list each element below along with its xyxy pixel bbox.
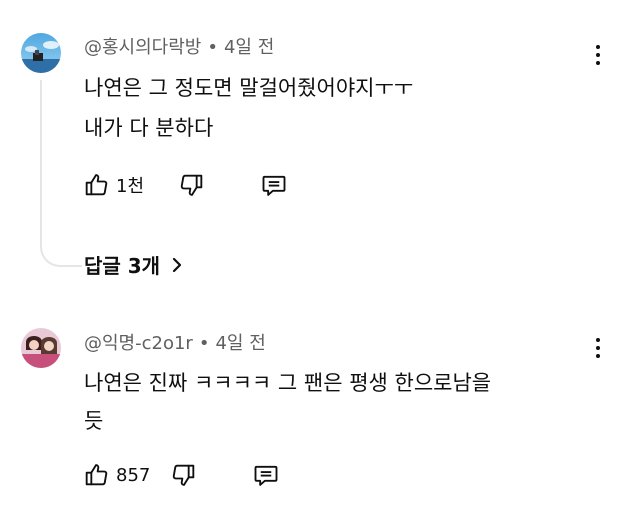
more-vertical-icon-dot: [596, 354, 600, 358]
thumbs-up-icon: [85, 464, 108, 486]
more-vertical-icon-dot: [596, 338, 600, 342]
thumbs-down-icon: [180, 174, 203, 196]
comment-meta: @홍시의다락방 • 4일 전: [84, 37, 274, 59]
like-button[interactable]: 1천: [82, 171, 144, 199]
view-replies-button[interactable]: 답글 3개: [84, 250, 184, 279]
more-options-button[interactable]: [586, 40, 610, 70]
comment-text-line-1: 나연은 진짜 ㅋㅋㅋㅋ 그 팬은 평생 한으로남을: [84, 371, 492, 395]
comment-time: 4일 전: [223, 37, 275, 58]
chevron-right-icon: [172, 257, 182, 272]
thumbs-down-icon: [173, 464, 195, 486]
reply-comment-icon: [254, 465, 278, 486]
thread-connector-line: [40, 80, 82, 267]
more-vertical-icon-dot: [596, 61, 600, 65]
more-vertical-icon-dot: [596, 45, 600, 49]
avatar-sky-boat-image: [21, 33, 61, 73]
dislike-button[interactable]: [178, 171, 206, 199]
author-name[interactable]: @익명-c2o1r: [84, 333, 193, 354]
like-button[interactable]: 857: [82, 461, 150, 489]
more-vertical-icon-dot: [596, 53, 600, 57]
like-count: 1천: [116, 176, 145, 197]
meta-separator: •: [198, 333, 210, 354]
comment-text-line-2: 듯: [84, 409, 104, 433]
thumbs-up-icon: [85, 174, 108, 196]
more-vertical-icon-dot: [596, 346, 600, 350]
comment-text-line-2: 내가 다 분하다: [84, 116, 214, 140]
meta-separator: •: [207, 37, 218, 58]
comment-2: @익명-c2o1r • 4일 전 나연은 진짜 ㅋㅋㅋㅋ 그 팬은 평생 한으로남을…: [0, 300, 640, 512]
comment-1: @홍시의다락방 • 4일 전 나연은 그 정도면 말걸어줬어야지ㅜㅜ 내가 다 분하…: [0, 0, 640, 290]
reply-comment-icon: [262, 175, 286, 196]
comment-actions: 857: [82, 460, 280, 490]
comment-text-line-1: 나연은 그 정도면 말걸어줬어야지ㅜㅜ: [84, 76, 414, 100]
more-options-button[interactable]: [586, 333, 610, 363]
author-avatar[interactable]: [21, 33, 61, 73]
avatar-two-people-image: [21, 328, 61, 368]
reply-button[interactable]: [260, 171, 288, 199]
comment-time: 4일 전: [215, 333, 266, 354]
dislike-button[interactable]: [170, 461, 198, 489]
reply-button[interactable]: [252, 461, 280, 489]
author-name[interactable]: @홍시의다락방: [84, 37, 201, 58]
replies-label: 답글 3개: [84, 254, 161, 278]
author-avatar[interactable]: [21, 328, 61, 368]
comment-meta: @익명-c2o1r • 4일 전: [84, 333, 266, 355]
comment-actions: 1천: [82, 170, 288, 200]
like-count: 857: [116, 464, 151, 486]
